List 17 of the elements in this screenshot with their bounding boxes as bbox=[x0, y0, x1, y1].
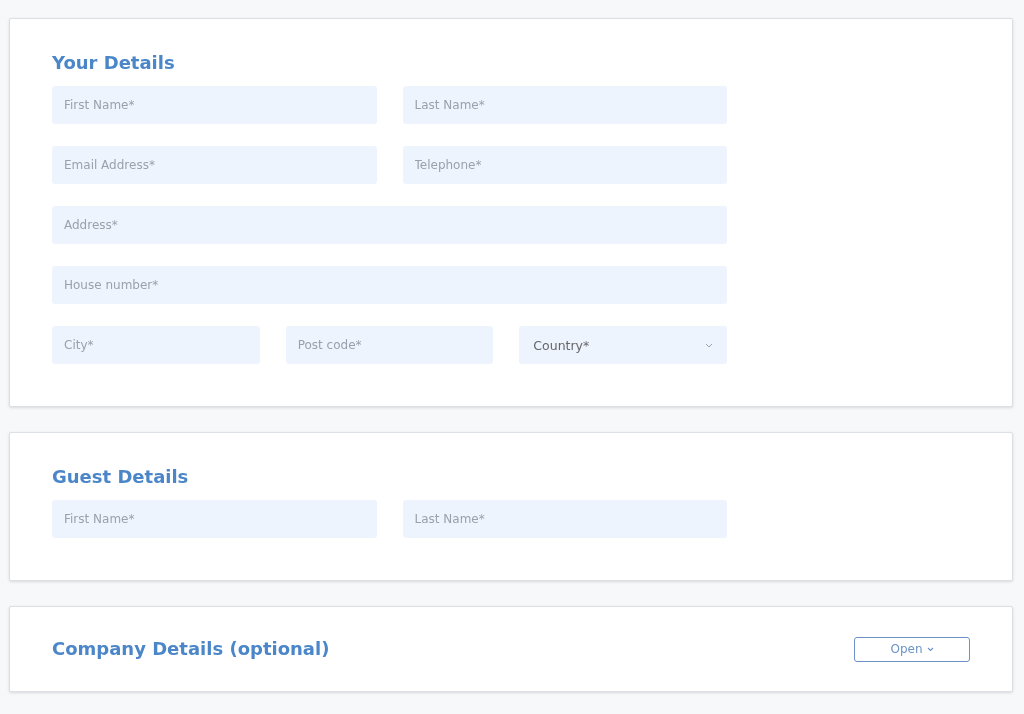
section-title: Your Details bbox=[52, 51, 175, 75]
section-title: Company Details (optional) bbox=[52, 637, 330, 661]
open-button[interactable]: Open bbox=[854, 636, 970, 662]
input-field[interactable]: City* bbox=[52, 326, 260, 364]
section-title: Guest Details bbox=[52, 465, 189, 489]
input-field[interactable]: First Name* bbox=[52, 86, 377, 124]
chevron-down-icon bbox=[705, 342, 713, 348]
input-field[interactable]: House number* bbox=[52, 266, 727, 304]
input-field[interactable]: Email Address* bbox=[52, 146, 377, 184]
caret-icon bbox=[926, 646, 934, 652]
input-field[interactable]: Post code* bbox=[285, 326, 494, 364]
input-field[interactable]: First Name* bbox=[52, 500, 377, 538]
input-field[interactable]: Address* bbox=[52, 206, 727, 244]
dropdown-field[interactable]: Country* bbox=[519, 326, 727, 364]
input-field[interactable]: Last Name* bbox=[402, 500, 727, 538]
input-field[interactable]: Last Name* bbox=[402, 86, 727, 124]
input-field[interactable]: Telephone* bbox=[402, 146, 727, 184]
